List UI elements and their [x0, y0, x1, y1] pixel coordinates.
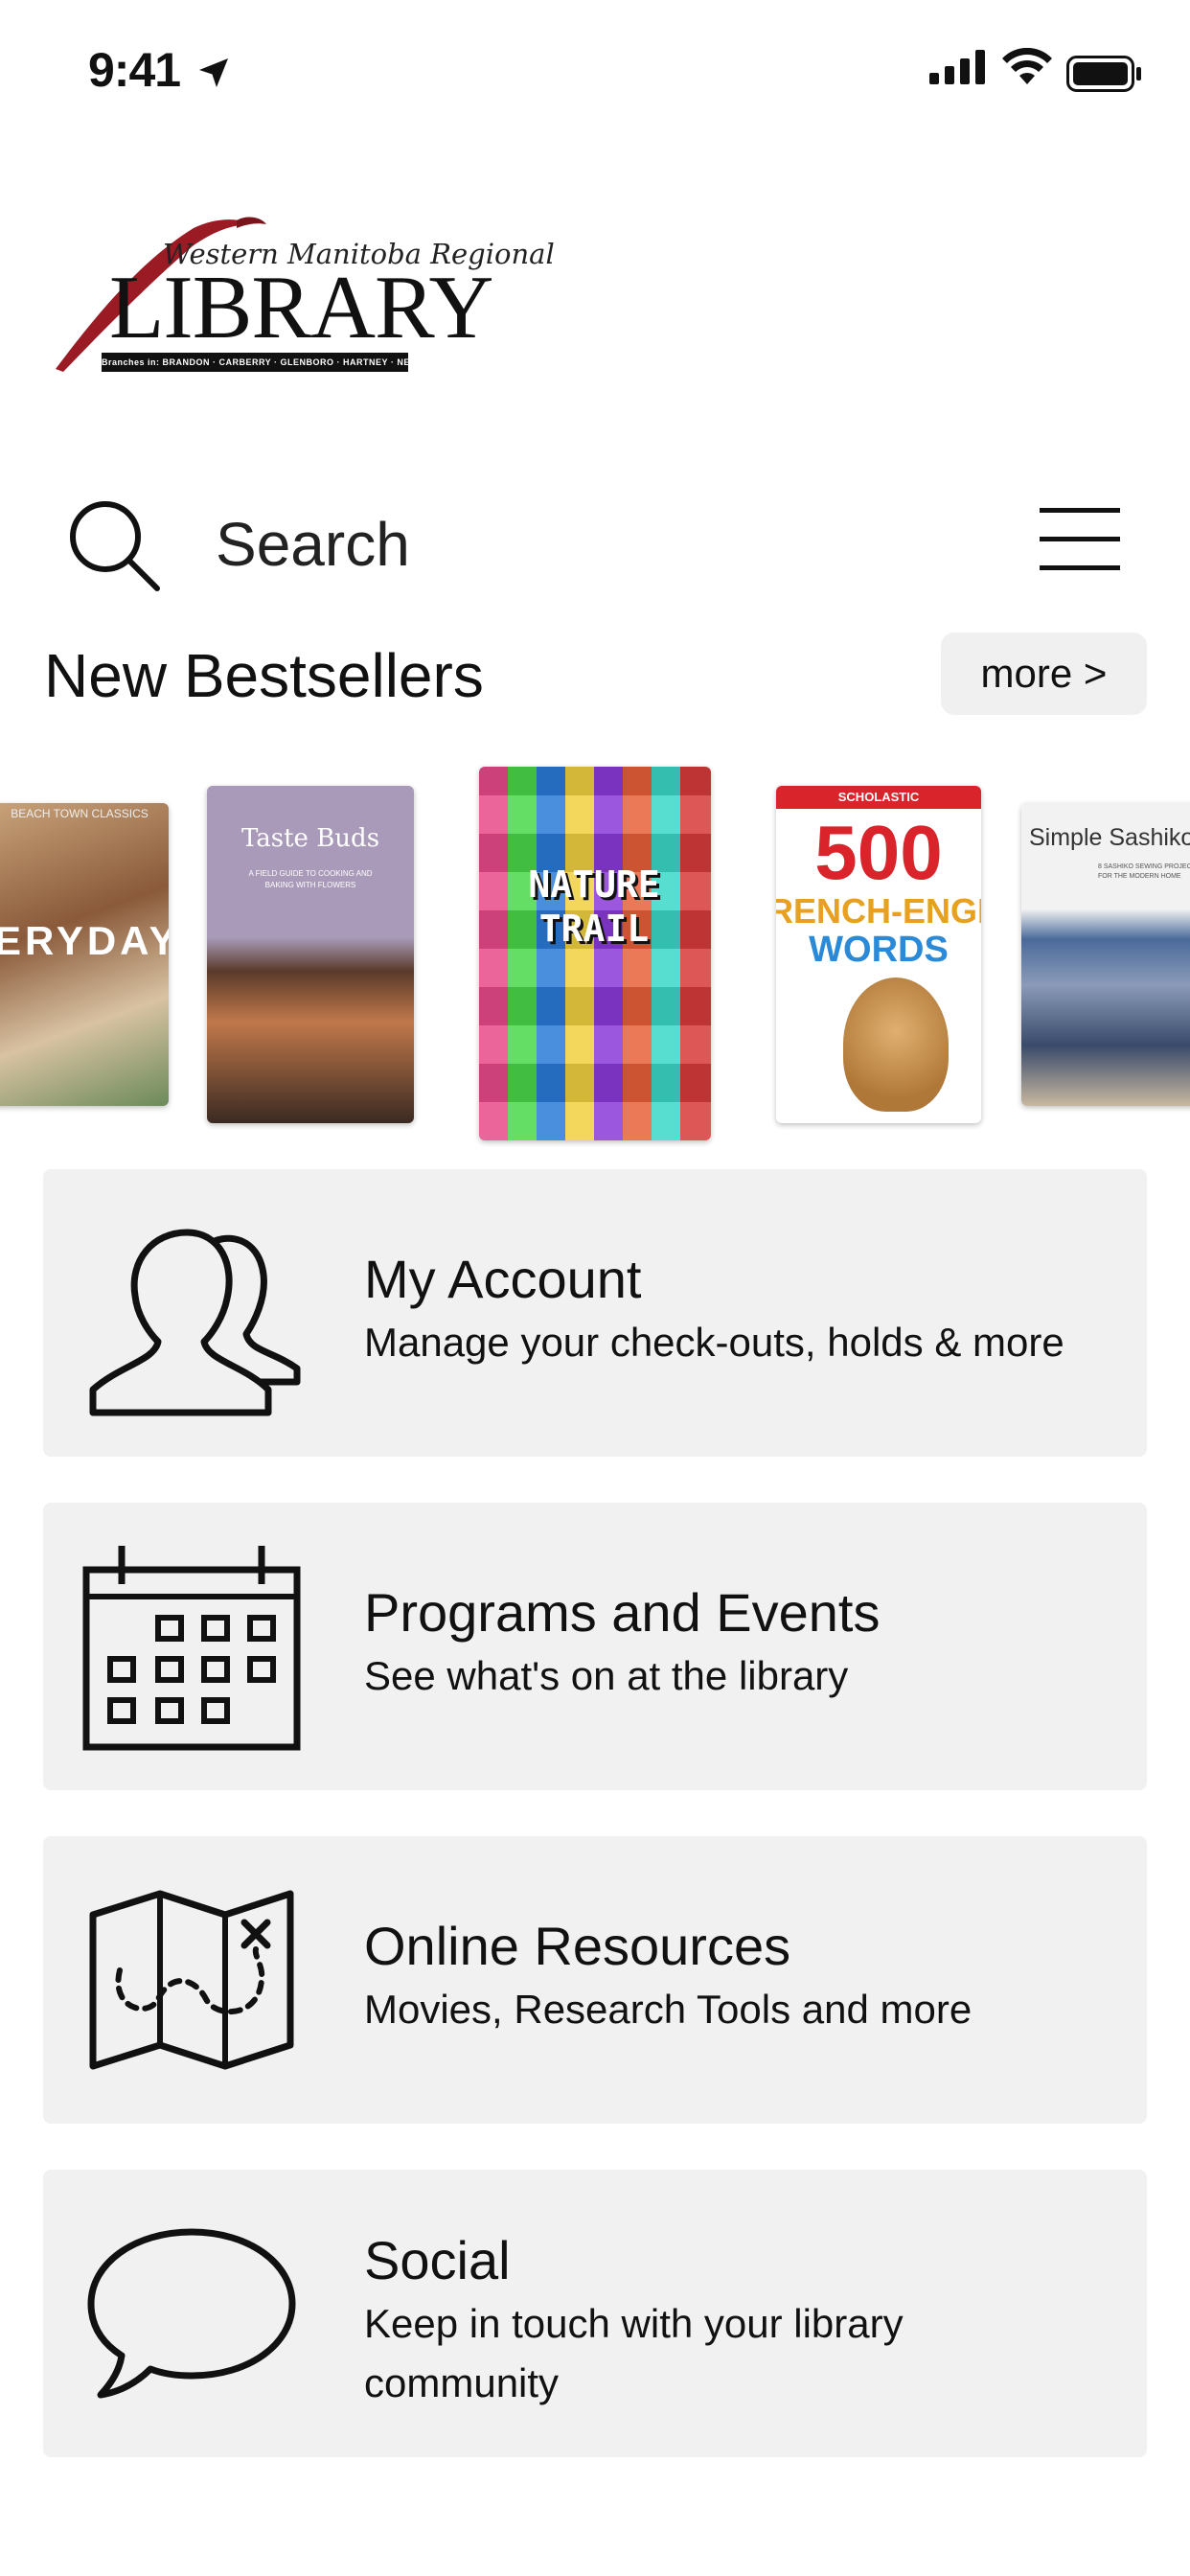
book-cover-everyday[interactable]: BEACH TOWN CLASSICS EVERYDAY — [0, 803, 169, 1106]
book-line3: WORDS — [809, 930, 949, 970]
location-arrow-icon — [199, 58, 228, 87]
search-bar — [0, 479, 1190, 613]
battery-icon — [1066, 56, 1141, 92]
menu-card-programs-events[interactable]: Programs and Events See what's on at the… — [43, 1503, 1147, 1790]
speech-bubble-icon — [87, 2228, 296, 2399]
logo-title: LIBRARY — [109, 258, 493, 357]
book-cover-taste-buds[interactable]: Taste Buds A FIELD GUIDE TO COOKING AND … — [207, 786, 414, 1123]
search-icon[interactable] — [67, 498, 163, 594]
bestsellers-title: New Bestsellers — [44, 641, 484, 710]
calendar-icon — [82, 1546, 301, 1751]
book-title: Taste Buds — [240, 824, 380, 853]
bestsellers-carousel[interactable]: BEACH TOWN CLASSICS EVERYDAY Taste Buds … — [0, 757, 1190, 1160]
book-title: EVERYDAY — [0, 918, 169, 963]
book-title: NATURE TRAIL — [528, 863, 660, 950]
card-description: Movies, Research Tools and more — [364, 1987, 973, 2032]
library-logo: Western Manitoba Regional LIBRARY Branch… — [50, 211, 555, 379]
book-title: Simple Sashiko — [1029, 824, 1190, 851]
card-title: Programs and Events — [364, 1582, 881, 1643]
menu-card-social[interactable]: Social Keep in touch with your library c… — [43, 2170, 1147, 2457]
card-title: My Account — [364, 1249, 642, 1309]
book-cover-500-words[interactable]: SCHOLASTIC 500 FRENCH-ENGLISH WORDS — [776, 786, 981, 1123]
wifi-icon — [1002, 48, 1052, 84]
book-title: 500 — [814, 810, 943, 895]
hamburger-menu-icon[interactable] — [1040, 506, 1120, 573]
card-description: Manage your check-outs, holds & more — [364, 1320, 1064, 1365]
book-cover-simple-sashiko[interactable]: Simple Sashiko 8 SASHIKO SEWING PROJECTS… — [1021, 803, 1190, 1106]
book-subtitle: A FIELD GUIDE TO COOKING AND BAKING WITH… — [248, 869, 373, 889]
card-description: See what's on at the library — [364, 1653, 849, 1698]
logo-branches: Branches in: BRANDON · CARBERRY · GLENBO… — [102, 353, 443, 372]
users-icon — [89, 1229, 301, 1416]
book-series: BEACH TOWN CLASSICS — [11, 807, 149, 820]
card-title: Social — [364, 2230, 511, 2290]
book-line2: FRENCH-ENGLISH — [776, 891, 981, 931]
cellular-signal-icon — [929, 50, 985, 84]
card-description: Keep in touch with your library communit… — [364, 2301, 904, 2405]
status-bar: 9:41 — [0, 0, 1190, 144]
book-cover-nature-trail[interactable]: NATURE TRAIL — [479, 767, 711, 1140]
book-subtitle: 8 SASHIKO SEWING PROJECTS FOR THE MODERN… — [1098, 863, 1190, 880]
card-title: Online Resources — [364, 1916, 791, 1976]
menu-card-my-account[interactable]: My Account Manage your check-outs, holds… — [43, 1169, 1147, 1457]
menu-card-online-resources[interactable]: Online Resources Movies, Research Tools … — [43, 1836, 1147, 2124]
book-publisher: SCHOLASTIC — [837, 790, 920, 804]
status-time: 9:41 — [88, 43, 181, 97]
more-bestsellers-button[interactable]: more > — [941, 632, 1147, 715]
search-input[interactable] — [216, 506, 886, 583]
map-icon — [89, 1890, 294, 2070]
